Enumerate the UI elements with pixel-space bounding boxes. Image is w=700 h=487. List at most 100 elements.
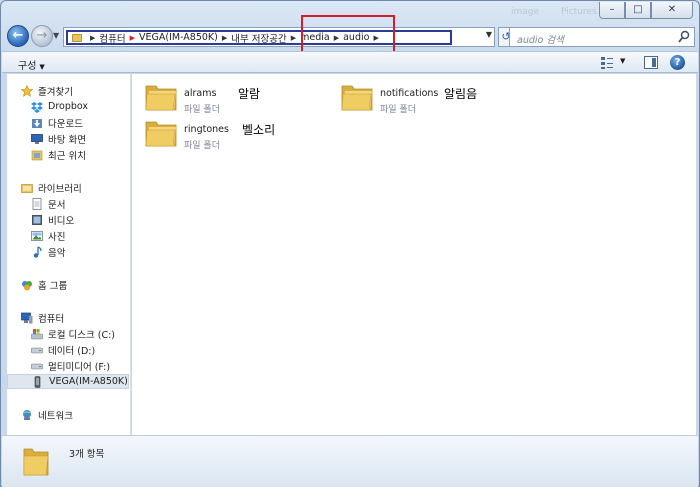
network-icon [23,409,31,420]
annotation-red-box [301,15,395,56]
preview-pane-button[interactable] [644,56,658,69]
organize-button[interactable]: 구성 ▼ [18,57,45,72]
sidebar-item-label: 즐겨찾기 [38,86,73,98]
item-name: notifications [380,88,439,99]
address-dropdown-icon[interactable]: ▼ [486,30,492,39]
sidebar-item-label: 홈 그룹 [38,280,68,292]
sidebar-item-label: 사진 [48,231,66,243]
chevron-down-icon: ▼ [620,57,626,65]
close-button[interactable]: ✕ [651,2,693,19]
item-type: 파일 폴더 [380,105,416,115]
document-icon [32,197,42,210]
folder-icon [72,33,82,42]
system-drive-icon [31,328,43,339]
sidebar-item-documents[interactable]: 문서 [7,196,65,211]
explorer-window: image Pictures – □ ✕ ← → ▼ ▶ 컴퓨터 ▶ VEGA(… [0,0,700,487]
breadcrumb-computer[interactable]: 컴퓨터 [99,31,125,45]
sidebar-item-label: VEGA(IM-A850K) [49,376,128,387]
library-icon [21,183,33,193]
sidebar-item-drive-c[interactable]: 로컬 디스크 (C:) [7,326,115,341]
item-count: 3개 항목 [69,449,105,460]
sidebar-item-music[interactable]: 음악 [7,244,65,259]
sidebar-item-label: 컴퓨터 [38,313,65,325]
item-annotation: 알림음 [444,87,478,101]
search-input[interactable]: audio 검색 [517,32,564,46]
sidebar-item-pictures[interactable]: 사진 [7,228,65,243]
sidebar-item-label: 네트워크 [38,410,73,422]
navigation-bar: ← → ▼ ▶ 컴퓨터 ▶ VEGA(IM-A850K) ▶ 내부 저장공간 ▶… [7,15,695,56]
hard-drive-icon [31,347,43,353]
history-dropdown-icon[interactable]: ▼ [53,31,59,40]
sidebar-item-dropbox[interactable]: Dropbox [7,99,88,114]
sidebar-item-label: 비디오 [48,215,75,227]
command-bar: 구성 ▼ ▼ ? [2,51,698,73]
sidebar-item-network[interactable]: 네트워크 [7,407,73,422]
breadcrumb-vega[interactable]: VEGA(IM-A850K) [139,32,218,43]
details-pane: 3개 항목 [2,435,698,487]
folder-item-ringtones[interactable]: ringtones 파일 폴더 벨소리 [144,112,324,158]
desktop-icon [31,133,43,144]
search-icon[interactable] [678,30,690,44]
downloads-icon [32,118,42,128]
view-options-button[interactable]: ▼ [600,56,628,70]
folder-icon [341,85,373,111]
sidebar-item-drive-d[interactable]: 데이터 (D:) [7,342,95,357]
video-icon [32,214,42,225]
sidebar-item-libraries[interactable]: 라이브러리 [7,180,82,195]
music-icon [33,245,42,258]
breadcrumb-internal-storage[interactable]: 내부 저장공간 [231,31,286,45]
portable-device-icon [34,375,41,388]
minimize-button[interactable]: – [599,2,625,19]
help-button[interactable]: ? [670,55,685,70]
folder-icon [145,121,177,147]
folder-icon [145,85,177,111]
sidebar-item-label: 다운로드 [48,118,83,130]
chevron-right-icon[interactable]: ▶ [291,34,296,42]
ghost-title-left: image [511,7,540,17]
sidebar-item-vega-device[interactable]: VEGA(IM-A850K) [7,374,129,389]
navigation-pane: 즐겨찾기 Dropbox 다운로드 바탕 화면 최근 위치 라이브러리 문서 비… [7,74,131,435]
sidebar-item-drive-f[interactable]: 멀티미디어 (F:) [7,358,110,373]
back-button[interactable]: ← [7,25,29,47]
hard-drive-icon [31,363,43,369]
ghost-title-right: Pictures [561,7,597,17]
file-list: alrams 파일 폴더 알람 notifications 파일 폴더 알림음 … [132,74,696,435]
sidebar-item-computer[interactable]: 컴퓨터 [7,310,64,325]
chevron-right-icon[interactable]: ▶ [222,34,227,42]
sidebar-item-label: 멀티미디어 (F:) [48,361,111,373]
sidebar-item-recent-places[interactable]: 최근 위치 [7,147,86,162]
dropbox-icon [31,101,43,113]
caption-buttons: – □ ✕ [599,2,693,19]
address-bar[interactable]: ▶ 컴퓨터 ▶ VEGA(IM-A850K) ▶ 내부 저장공간 ▶ media… [63,27,495,47]
homegroup-icon [22,280,32,290]
sidebar-item-label: 문서 [48,199,66,211]
computer-icon [21,312,33,323]
chevron-down-icon: ▼ [39,63,45,71]
sidebar-item-label: Dropbox [48,101,89,112]
sidebar-item-label: 로컬 디스크 (C:) [48,329,115,341]
recent-places-icon [31,150,43,160]
item-name: ringtones [184,124,229,135]
organize-label: 구성 [18,61,37,72]
folder-item-notifications[interactable]: notifications 파일 폴더 알림음 [340,76,540,122]
item-annotation: 벨소리 [242,123,276,137]
forward-button[interactable]: → [31,25,53,47]
sidebar-item-label: 데이터 (D:) [48,345,96,357]
sidebar-item-favorites[interactable]: 즐겨찾기 [7,83,73,98]
sidebar-item-label: 바탕 화면 [48,134,86,146]
sidebar-item-label: 음악 [48,247,66,259]
chevron-right-icon[interactable]: ▶ [130,34,135,42]
picture-icon [31,230,43,241]
maximize-button[interactable]: □ [625,2,651,19]
sidebar-item-homegroup[interactable]: 홈 그룹 [7,277,67,292]
search-box[interactable]: audio 검색 [509,27,695,47]
chevron-right-icon[interactable]: ▶ [90,34,95,42]
sidebar-item-label: 최근 위치 [48,150,86,162]
sidebar-item-desktop[interactable]: 바탕 화면 [7,131,86,146]
item-annotation: 알람 [238,87,261,101]
sidebar-item-downloads[interactable]: 다운로드 [7,115,83,130]
sidebar-item-videos[interactable]: 비디오 [7,212,74,227]
sidebar-item-label: 라이브러리 [38,183,82,195]
folder-icon [23,448,49,476]
item-name: alrams [184,88,217,99]
